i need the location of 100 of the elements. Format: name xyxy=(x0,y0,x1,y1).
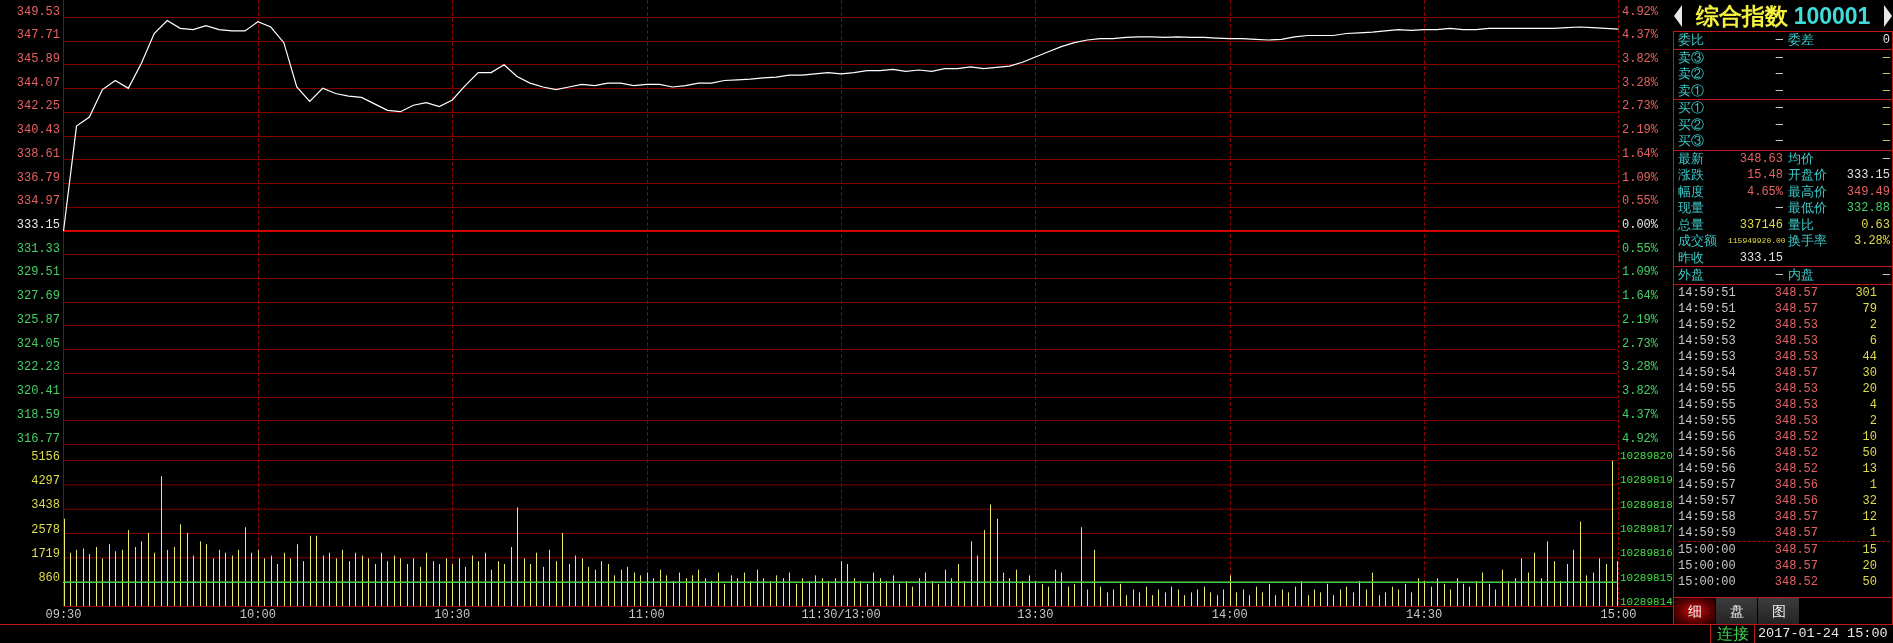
volume-axis-label: 1719 xyxy=(31,547,60,560)
trade-time: 14:59:56 xyxy=(1678,428,1737,445)
percent-axis-label: 0.55% xyxy=(1622,194,1658,209)
quote-label: 买② xyxy=(1678,116,1705,133)
quote-label: 量比 xyxy=(1788,216,1815,233)
trade-price: 348.53 xyxy=(1773,412,1818,429)
price-axis-label: 324.05 xyxy=(16,336,60,351)
quote-value: — xyxy=(1881,82,1890,99)
quote-value: — xyxy=(1881,100,1890,117)
volume-axis-label: 10289818 xyxy=(1620,498,1673,511)
trade-time: 14:59:54 xyxy=(1678,364,1737,381)
quote-value: — xyxy=(1881,116,1890,133)
percent-axis-label: 2.19% xyxy=(1622,312,1658,327)
right-triangle-icon[interactable] xyxy=(1884,4,1892,27)
quote-value: — xyxy=(1881,150,1890,167)
percent-axis-label: 2.19% xyxy=(1622,123,1658,138)
trade-volume: 30 xyxy=(1861,364,1877,381)
price-axis-label: 336.79 xyxy=(16,170,60,185)
quote-label: 最新 xyxy=(1678,150,1705,167)
detail-tab[interactable]: 细 xyxy=(1674,598,1715,624)
trade-volume: 12 xyxy=(1861,508,1877,525)
quote-value: 333.15 xyxy=(1845,167,1890,184)
price-axis-label: 334.97 xyxy=(16,194,60,209)
trade-volume: 10 xyxy=(1861,428,1877,445)
trade-volume: 1 xyxy=(1868,524,1877,541)
trade-volume: 20 xyxy=(1861,380,1877,397)
quote-value: — xyxy=(1774,133,1783,150)
quote-label: 卖③ xyxy=(1678,49,1705,66)
trade-price: 348.57 xyxy=(1773,284,1818,301)
trade-time: 14:59:59 xyxy=(1678,524,1737,541)
trade-volume: 50 xyxy=(1861,444,1877,461)
quote-value: — xyxy=(1881,133,1890,150)
quote-label: 最低价 xyxy=(1788,200,1828,217)
volume-axis-label: 10289815 xyxy=(1620,571,1673,584)
quote-label: 外盘 xyxy=(1678,267,1705,284)
trade-price: 348.56 xyxy=(1773,492,1818,509)
quote-value: 337146 xyxy=(1738,216,1783,233)
trade-price: 348.57 xyxy=(1773,557,1818,574)
percent-axis-label: 3.28% xyxy=(1622,75,1658,90)
quote-label: 买③ xyxy=(1678,133,1705,150)
trade-price: 348.52 xyxy=(1773,573,1818,590)
trade-time: 14:59:56 xyxy=(1678,460,1737,477)
price-axis-label: 325.87 xyxy=(16,312,60,327)
quote-label: 涨跌 xyxy=(1678,167,1705,184)
quote-value: — xyxy=(1774,82,1783,99)
percent-axis-label: 4.92% xyxy=(1622,431,1658,446)
percent-axis-label: 0.00% xyxy=(1622,218,1658,232)
quote-label: 卖① xyxy=(1678,82,1705,99)
time-axis-label: 09:30 xyxy=(45,608,82,622)
trade-volume: 15 xyxy=(1861,541,1877,558)
trade-price: 348.53 xyxy=(1773,396,1818,413)
percent-axis-label: 4.92% xyxy=(1622,4,1658,19)
quote-label: 幅度 xyxy=(1678,183,1705,200)
quote-value: — xyxy=(1881,267,1890,284)
trade-price: 348.57 xyxy=(1773,508,1818,525)
percent-axis-label: 3.82% xyxy=(1622,384,1658,399)
quote-value: 333.15 xyxy=(1738,249,1783,266)
volume-axis-label: 10289817 xyxy=(1620,523,1673,535)
quote-value: 349.49 xyxy=(1845,183,1890,200)
percent-axis-label: 1.64% xyxy=(1622,146,1658,161)
trade-volume: 32 xyxy=(1861,492,1877,509)
quote-value: — xyxy=(1881,49,1890,66)
left-triangle-icon[interactable] xyxy=(1674,4,1682,27)
quote-value: — xyxy=(1774,66,1783,83)
trade-time: 14:59:55 xyxy=(1678,412,1737,429)
trade-price: 348.53 xyxy=(1773,332,1818,349)
quote-label: 现量 xyxy=(1678,200,1705,217)
volume-axis-label: 10289820 xyxy=(1620,450,1673,462)
trade-price: 348.53 xyxy=(1773,348,1818,365)
quote-value: 15.48 xyxy=(1746,167,1783,184)
trade-time: 14:59:51 xyxy=(1678,300,1737,317)
percent-axis-label: 1.09% xyxy=(1622,170,1658,185)
quote-value: 348.63 xyxy=(1738,150,1783,167)
detail-tab[interactable]: 图 xyxy=(1758,598,1799,624)
quote-value: — xyxy=(1881,66,1890,83)
percent-axis-label: 3.28% xyxy=(1622,360,1658,375)
quote-label: 卖② xyxy=(1678,66,1705,83)
trade-volume: 301 xyxy=(1854,284,1877,301)
trade-time: 15:00:00 xyxy=(1678,557,1737,574)
quote-label: 委差 xyxy=(1788,32,1815,49)
trade-time: 14:59:52 xyxy=(1678,316,1737,333)
quote-label: 最高价 xyxy=(1788,183,1828,200)
quote-label: 委比 xyxy=(1678,32,1705,49)
trade-price: 348.57 xyxy=(1773,300,1818,317)
trade-time: 14:59:57 xyxy=(1678,476,1737,493)
trade-volume: 79 xyxy=(1861,300,1877,317)
price-axis-label: 320.41 xyxy=(16,384,60,399)
trade-time: 14:59:57 xyxy=(1678,492,1737,509)
percent-axis-label: 3.82% xyxy=(1622,51,1658,66)
price-axis-label: 347.71 xyxy=(16,28,60,43)
detail-tab[interactable]: 盘 xyxy=(1716,598,1757,624)
percent-axis-label: 4.37% xyxy=(1622,407,1658,422)
quote-value: — xyxy=(1774,267,1783,284)
volume-axis-label: 2578 xyxy=(31,523,60,536)
trade-volume: 20 xyxy=(1861,557,1877,574)
connection-status: 连接 xyxy=(1710,625,1755,643)
price-axis-label: 340.43 xyxy=(16,123,60,138)
trade-time: 14:59:53 xyxy=(1678,332,1737,349)
trade-time: 14:59:53 xyxy=(1678,348,1737,365)
date-time: 2017-01-24 15:00 xyxy=(1757,625,1889,643)
